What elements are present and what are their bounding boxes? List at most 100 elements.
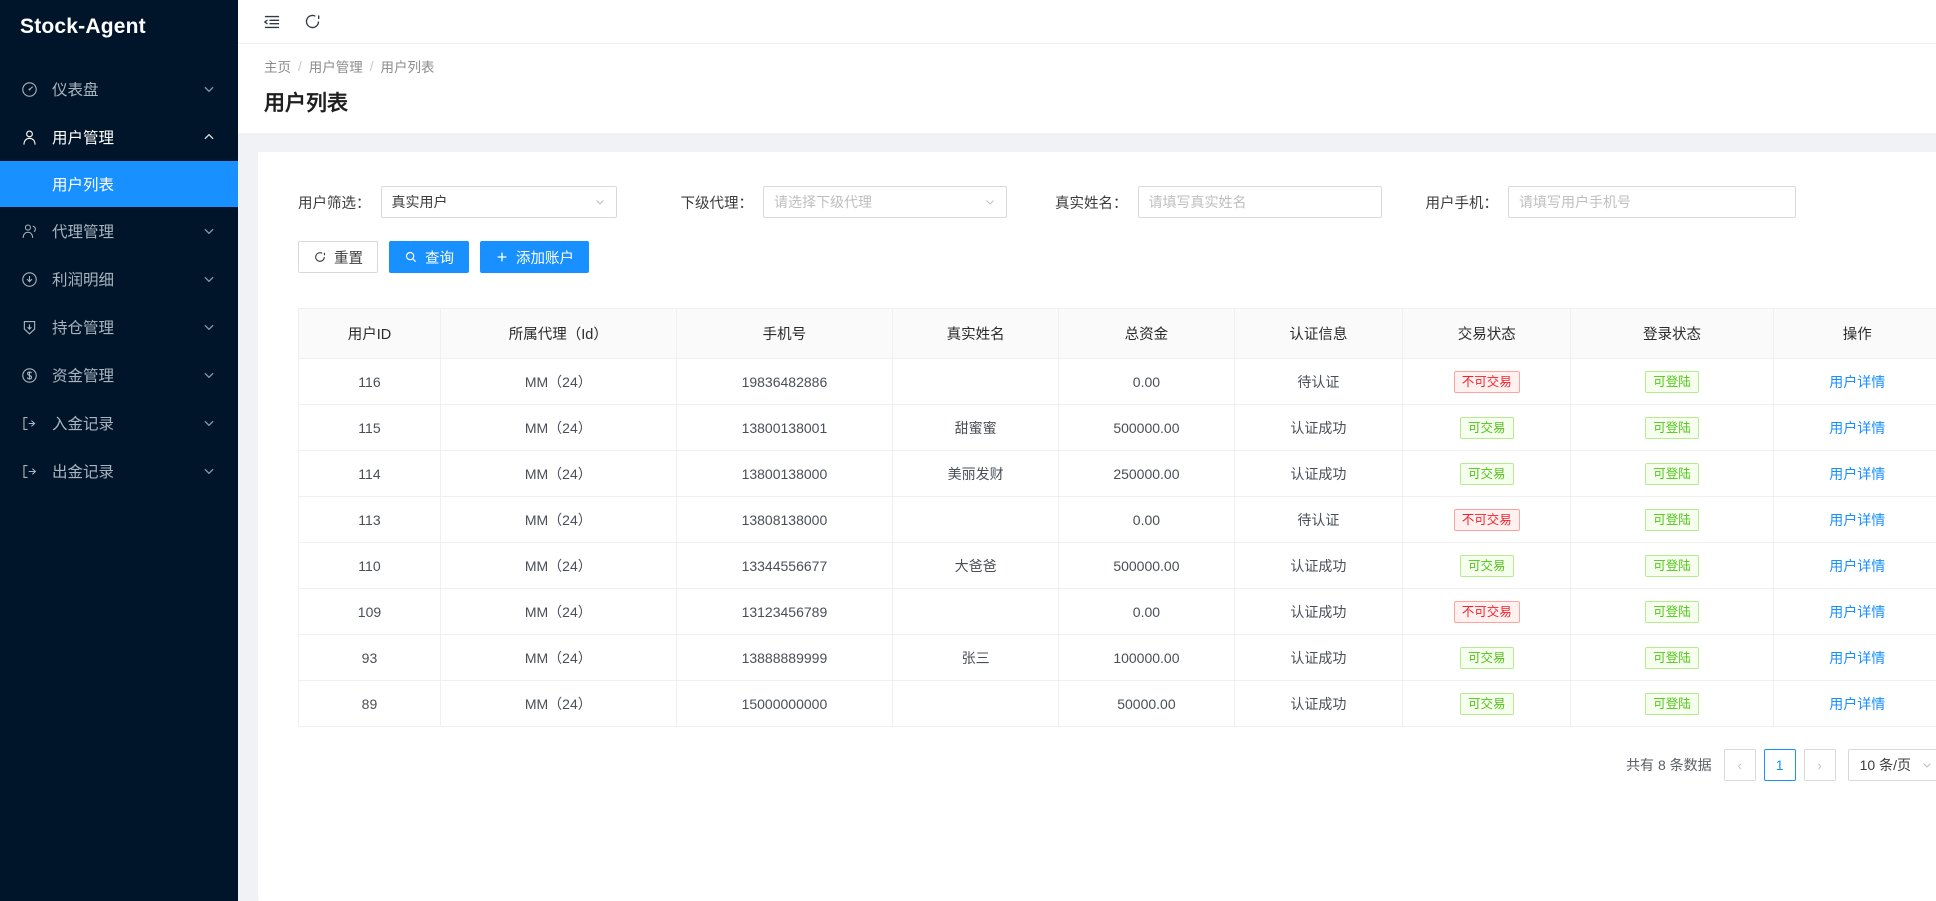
table-row: 93MM（24）13888889999张三100000.00认证成功可交易可登陆… bbox=[299, 635, 1936, 681]
sidebar-item-label: 用户管理 bbox=[52, 126, 202, 148]
user-detail-link[interactable]: 用户详情 bbox=[1829, 696, 1885, 712]
login-status-badge: 可登陆 bbox=[1645, 601, 1699, 623]
filter-sub-agent-label: 下级代理： bbox=[681, 192, 754, 213]
sub-agent-select[interactable]: 请选择下级代理 bbox=[763, 186, 1007, 218]
cell-real-name: 张三 bbox=[893, 635, 1059, 681]
breadcrumb-item-home[interactable]: 主页 bbox=[264, 56, 291, 76]
cell-operation: 用户详情 bbox=[1773, 589, 1936, 635]
cell-agent: MM（24） bbox=[440, 589, 676, 635]
add-account-button[interactable]: 添加账户 bbox=[480, 241, 589, 273]
sidebar-item-deposit-records[interactable]: 入金记录 bbox=[0, 399, 238, 447]
action-bar: 重置 查询 添加账户 bbox=[284, 218, 1936, 273]
login-status-badge: 可登陆 bbox=[1645, 417, 1699, 439]
cell-total-funds: 50000.00 bbox=[1059, 681, 1235, 727]
pagination-page-1[interactable]: 1 bbox=[1764, 749, 1796, 781]
cell-agent: MM（24） bbox=[440, 681, 676, 727]
filter-user-type-label: 用户筛选： bbox=[298, 192, 371, 213]
breadcrumb-item-current: 用户列表 bbox=[381, 56, 435, 76]
cell-phone: 13123456789 bbox=[676, 589, 893, 635]
real-name-input[interactable]: 请填写真实姓名 bbox=[1138, 186, 1382, 218]
cell-login-status: 可登陆 bbox=[1571, 543, 1773, 589]
cell-real-name bbox=[893, 589, 1059, 635]
sidebar-item-fund-management[interactable]: 资金管理 bbox=[0, 351, 238, 399]
user-phone-input[interactable]: 请填写用户手机号 bbox=[1508, 186, 1796, 218]
chevron-down-icon bbox=[594, 196, 606, 208]
sidebar-item-withdraw-records[interactable]: 出金记录 bbox=[0, 447, 238, 495]
filter-bar: 用户筛选： 真实用户 下级代理： 请选择下级代理 bbox=[284, 174, 1936, 218]
cell-agent: MM（24） bbox=[440, 497, 676, 543]
cell-login-status: 可登陆 bbox=[1571, 589, 1773, 635]
cell-trade-status: 可交易 bbox=[1403, 635, 1571, 681]
cell-real-name: 甜蜜蜜 bbox=[893, 405, 1059, 451]
column-header-login-status: 登录状态 bbox=[1571, 309, 1773, 359]
cell-phone: 13800138000 bbox=[676, 451, 893, 497]
cell-total-funds: 0.00 bbox=[1059, 359, 1235, 405]
cell-login-status: 可登陆 bbox=[1571, 681, 1773, 727]
column-header-auth-info: 认证信息 bbox=[1234, 309, 1402, 359]
user-detail-link[interactable]: 用户详情 bbox=[1829, 512, 1885, 528]
table-row: 109MM（24）131234567890.00认证成功不可交易可登陆用户详情 bbox=[299, 589, 1936, 635]
cell-login-status: 可登陆 bbox=[1571, 497, 1773, 543]
cell-total-funds: 0.00 bbox=[1059, 589, 1235, 635]
chevron-down-icon bbox=[202, 464, 216, 478]
search-button[interactable]: 查询 bbox=[389, 241, 469, 273]
login-status-badge: 可登陆 bbox=[1645, 555, 1699, 577]
chevron-down-icon bbox=[202, 320, 216, 334]
cell-trade-status: 可交易 bbox=[1403, 543, 1571, 589]
pagination-next-button[interactable]: › bbox=[1804, 749, 1836, 781]
sidebar-item-label: 仪表盘 bbox=[52, 78, 202, 100]
cell-real-name: 大爸爸 bbox=[893, 543, 1059, 589]
user-detail-link[interactable]: 用户详情 bbox=[1829, 420, 1885, 436]
cell-auth-info: 认证成功 bbox=[1234, 451, 1402, 497]
sidebar-item-dashboard[interactable]: 仪表盘 bbox=[0, 65, 238, 113]
real-name-placeholder: 请填写真实姓名 bbox=[1149, 192, 1371, 212]
user-type-select[interactable]: 真实用户 bbox=[381, 186, 617, 218]
page-size-value: 10 条/页 bbox=[1860, 755, 1911, 775]
pagination-prev-button[interactable]: ‹ bbox=[1724, 749, 1756, 781]
chevron-down-icon bbox=[202, 224, 216, 238]
table-row: 113MM（24）138081380000.00待认证不可交易可登陆用户详情 bbox=[299, 497, 1936, 543]
search-button-label: 查询 bbox=[425, 247, 454, 268]
user-detail-link[interactable]: 用户详情 bbox=[1829, 650, 1885, 666]
sidebar-item-position-management[interactable]: 持仓管理 bbox=[0, 303, 238, 351]
refresh-icon[interactable] bbox=[298, 8, 326, 36]
reset-button-label: 重置 bbox=[334, 247, 363, 268]
chevron-down-icon bbox=[202, 368, 216, 382]
sidebar-item-user-management[interactable]: 用户管理 bbox=[0, 113, 238, 161]
cell-user-id: 115 bbox=[299, 405, 441, 451]
cell-agent: MM（24） bbox=[440, 635, 676, 681]
menu-fold-icon[interactable] bbox=[258, 8, 286, 36]
sidebar-item-agent-management[interactable]: 代理管理 bbox=[0, 207, 238, 255]
cell-total-funds: 500000.00 bbox=[1059, 543, 1235, 589]
cell-operation: 用户详情 bbox=[1773, 497, 1936, 543]
filter-user-type: 用户筛选： 真实用户 bbox=[298, 186, 617, 218]
agents-icon bbox=[18, 220, 40, 242]
cell-auth-info: 认证成功 bbox=[1234, 635, 1402, 681]
login-status-badge: 可登陆 bbox=[1645, 509, 1699, 531]
cell-operation: 用户详情 bbox=[1773, 359, 1936, 405]
main-area: 主页 / 用户管理 / 用户列表 用户列表 用户筛选： 真实用户 bbox=[238, 0, 1936, 901]
user-detail-link[interactable]: 用户详情 bbox=[1829, 466, 1885, 482]
trade-status-badge: 不可交易 bbox=[1454, 509, 1520, 531]
cell-agent: MM（24） bbox=[440, 405, 676, 451]
chevron-down-icon bbox=[1921, 759, 1933, 771]
sub-agent-placeholder: 请选择下级代理 bbox=[774, 192, 978, 212]
reset-button[interactable]: 重置 bbox=[298, 241, 378, 273]
cell-total-funds: 0.00 bbox=[1059, 497, 1235, 543]
column-header-total-funds: 总资金 bbox=[1059, 309, 1235, 359]
user-detail-link[interactable]: 用户详情 bbox=[1829, 558, 1885, 574]
user-detail-link[interactable]: 用户详情 bbox=[1829, 374, 1885, 390]
cell-phone: 15000000000 bbox=[676, 681, 893, 727]
cell-login-status: 可登陆 bbox=[1571, 405, 1773, 451]
sidebar-item-user-list[interactable]: 用户列表 bbox=[0, 161, 238, 207]
page-size-select[interactable]: 10 条/页 bbox=[1848, 749, 1936, 781]
sidebar-item-profit-detail[interactable]: 利润明细 bbox=[0, 255, 238, 303]
table-body: 116MM（24）198364828860.00待认证不可交易可登陆用户详情11… bbox=[299, 359, 1936, 727]
breadcrumb-item-user-management[interactable]: 用户管理 bbox=[309, 56, 363, 76]
table-row: 116MM（24）198364828860.00待认证不可交易可登陆用户详情 bbox=[299, 359, 1936, 405]
trade-status-badge: 可交易 bbox=[1460, 417, 1514, 439]
user-table-wrapper: 用户ID 所属代理（Id） 手机号 真实姓名 总资金 认证信息 交易状态 登录状… bbox=[284, 273, 1936, 727]
user-detail-link[interactable]: 用户详情 bbox=[1829, 604, 1885, 620]
trade-status-badge: 不可交易 bbox=[1454, 371, 1520, 393]
table-row: 115MM（24）13800138001甜蜜蜜500000.00认证成功可交易可… bbox=[299, 405, 1936, 451]
